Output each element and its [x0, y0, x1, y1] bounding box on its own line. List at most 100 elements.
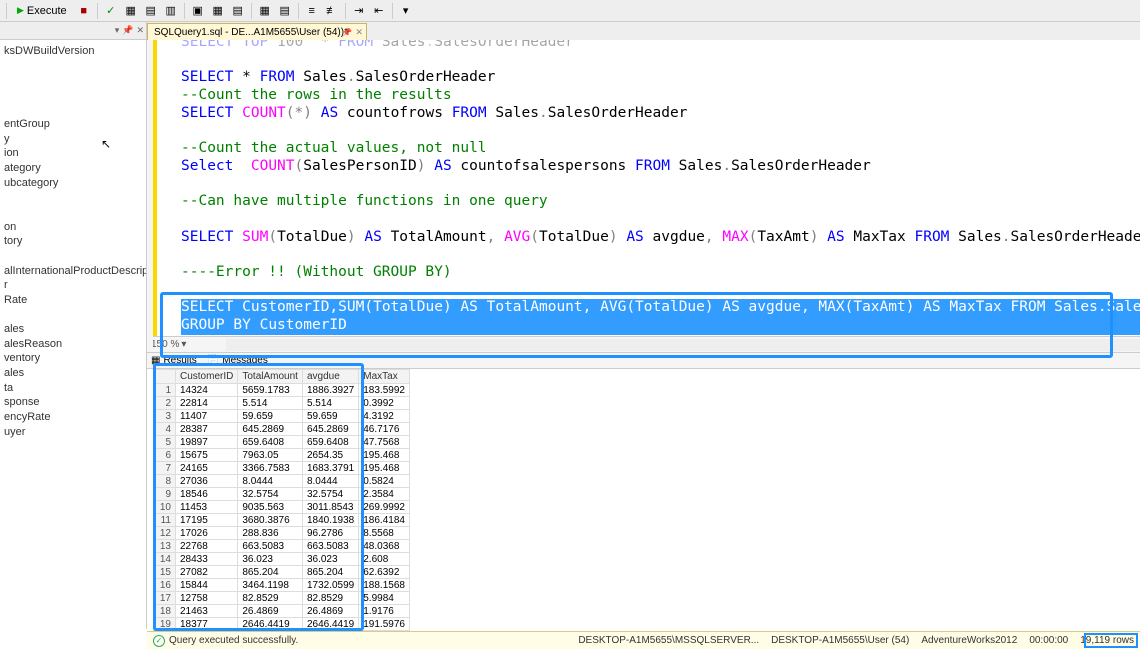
column-header[interactable]: avgdue — [302, 370, 358, 384]
close-icon[interactable]: ✕ — [355, 27, 363, 38]
tree-item[interactable]: Rate — [2, 293, 144, 308]
pin-icon[interactable]: 📌 — [342, 28, 352, 37]
toolbar-btn[interactable]: ▣ — [189, 2, 207, 20]
autohide-icon[interactable]: ▾ — [115, 25, 120, 36]
tree-item[interactable] — [2, 190, 144, 205]
toolbar-btn[interactable]: ▤ — [142, 2, 160, 20]
results-grid-wrap[interactable]: CustomerIDTotalAmountavgdueMaxTax1143245… — [147, 369, 1140, 649]
column-header[interactable] — [154, 370, 176, 384]
table-row[interactable]: 8270368.04448.04440.5824 — [154, 475, 410, 488]
sidebar-header: ▾ 📌 ✕ — [0, 22, 146, 40]
tree-item[interactable]: y — [2, 132, 144, 147]
grid-icon: ▦ — [151, 355, 160, 366]
tree-item[interactable]: ion — [2, 146, 144, 161]
status-left: ✓ Query executed successfully. — [147, 635, 298, 647]
table-row[interactable]: 91854632.575432.57542.3584 — [154, 488, 410, 501]
tree-item[interactable]: ksDWBuildVersion — [2, 44, 144, 59]
pin-icon[interactable]: 📌 — [122, 25, 133, 36]
table-row[interactable]: 16158443464.11981732.0599188.1568 — [154, 579, 410, 592]
results-tabs: ▦ Results 📄 Messages — [147, 353, 1140, 369]
sql-editor[interactable]: SELECT TOP 100 * FROM Sales.SalesOrderHe… — [153, 40, 1140, 336]
tree-item[interactable] — [2, 73, 144, 88]
table-row[interactable]: 428387645.2869645.286946.7176 — [154, 423, 410, 436]
status-message: Query executed successfully. — [169, 635, 298, 646]
column-header[interactable]: CustomerID — [176, 370, 238, 384]
tree-item[interactable] — [2, 59, 144, 74]
status-bar: ✓ Query executed successfully. DESKTOP-A… — [147, 631, 1140, 649]
table-row[interactable]: 182146326.486926.48691.9176 — [154, 605, 410, 618]
tab-sqlquery1[interactable]: SQLQuery1.sql - DE...A1M5655\User (54))*… — [147, 23, 367, 40]
toolbar-btn[interactable]: ▾ — [397, 2, 415, 20]
tree-item[interactable]: entGroup — [2, 117, 144, 132]
tree-item[interactable]: ubcategory — [2, 176, 144, 191]
uncomment-button[interactable]: ≢ — [323, 2, 341, 20]
toolbar-btn[interactable]: ▤ — [276, 2, 294, 20]
tree-item[interactable]: alInternationalProductDescription — [2, 264, 144, 279]
table-row[interactable]: 171275882.852982.85295.9984 — [154, 592, 410, 605]
table-row[interactable]: 142843336.02336.0232.608 — [154, 553, 410, 566]
toolbar-separator — [392, 3, 393, 19]
outdent-button[interactable]: ⇤ — [370, 2, 388, 20]
status-db: AdventureWorks2012 — [921, 635, 1017, 646]
debug-button[interactable]: ■ — [75, 2, 93, 20]
toolbar-btn[interactable]: ▦ — [209, 2, 227, 20]
tree-item[interactable]: ales — [2, 366, 144, 381]
tree-item[interactable]: tory — [2, 234, 144, 249]
tree-item[interactable] — [2, 88, 144, 103]
close-icon[interactable]: ✕ — [136, 25, 144, 36]
tree-item[interactable]: ventory — [2, 351, 144, 366]
column-header[interactable]: TotalAmount — [238, 370, 303, 384]
table-row[interactable]: 519897659.6408659.640847.7568 — [154, 436, 410, 449]
toolbar-separator — [184, 3, 185, 19]
tab-results[interactable]: ▦ Results — [151, 355, 197, 366]
toolbar-btn[interactable]: ▦ — [256, 2, 274, 20]
table-row[interactable]: 7241653366.75831683.3791195.468 — [154, 462, 410, 475]
success-icon: ✓ — [153, 635, 165, 647]
comment-button[interactable]: ≡ — [303, 2, 321, 20]
results-grid[interactable]: CustomerIDTotalAmountavgdueMaxTax1143245… — [153, 369, 410, 631]
table-row[interactable]: 6156757963.052654.35195.468 — [154, 449, 410, 462]
table-row[interactable]: 11171953680.38761840.1938186.4184 — [154, 514, 410, 527]
table-row[interactable]: 1143245659.17831886.3927183.5992 — [154, 384, 410, 397]
status-server: DESKTOP-A1M5655\MSSQLSERVER... — [578, 635, 759, 646]
table-row[interactable]: 31140759.65959.6594.3192 — [154, 410, 410, 423]
toolbar-btn[interactable]: ▥ — [162, 2, 180, 20]
status-rows: 19,119 rows — [1080, 635, 1134, 646]
table-row[interactable]: 10114539035.5633011.8543269.9992 — [154, 501, 410, 514]
table-row[interactable]: 1217026288.83696.27868.5568 — [154, 527, 410, 540]
tree-item[interactable]: sponse — [2, 395, 144, 410]
table-row[interactable]: 2228145.5145.5140.3992 — [154, 397, 410, 410]
indent-button[interactable]: ⇥ — [350, 2, 368, 20]
table-row[interactable]: 19183772646.44192646.4419191.5976 — [154, 618, 410, 631]
tree-item[interactable] — [2, 249, 144, 264]
main-area: SQLQuery1.sql - DE...A1M5655\User (54))*… — [147, 22, 1140, 649]
tree-item[interactable]: encyRate — [2, 410, 144, 425]
tree-item[interactable]: ta — [2, 381, 144, 396]
zoom-level[interactable]: 150 % — [151, 339, 179, 350]
play-icon: ▶ — [17, 5, 24, 16]
tree-item[interactable] — [2, 103, 144, 118]
tree-item[interactable]: alesReason — [2, 337, 144, 352]
tree-item[interactable]: on — [2, 220, 144, 235]
status-user: DESKTOP-A1M5655\User (54) — [771, 635, 909, 646]
status-time: 00:00:00 — [1029, 635, 1068, 646]
tree-item[interactable] — [2, 308, 144, 323]
parse-button[interactable]: ✓ — [102, 2, 120, 20]
tab-messages[interactable]: 📄 Messages — [207, 355, 268, 366]
zoom-dropdown-icon[interactable]: ▾ — [181, 339, 186, 350]
execute-button[interactable]: ▶ Execute — [11, 2, 73, 20]
toolbar-btn[interactable]: ▦ — [122, 2, 140, 20]
table-row[interactable]: 1527082865.204865.20462.6392 — [154, 566, 410, 579]
tree-item[interactable] — [2, 205, 144, 220]
tree-item[interactable]: ales — [2, 322, 144, 337]
toolbar-btn[interactable]: ▤ — [229, 2, 247, 20]
column-header[interactable]: MaxTax — [359, 370, 410, 384]
tree-view[interactable]: ksDWBuildVersion entGroupyionategoryubca… — [0, 40, 146, 443]
tree-item[interactable]: r — [2, 278, 144, 293]
tree-item[interactable]: uyer — [2, 425, 144, 440]
horizontal-scrollbar[interactable] — [226, 339, 1140, 351]
status-right: DESKTOP-A1M5655\MSSQLSERVER... DESKTOP-A… — [578, 635, 1140, 646]
tree-item[interactable]: ategory — [2, 161, 144, 176]
editor-wrap: SELECT TOP 100 * FROM Sales.SalesOrderHe… — [147, 40, 1140, 353]
table-row[interactable]: 1322768663.5083663.508348.0368 — [154, 540, 410, 553]
